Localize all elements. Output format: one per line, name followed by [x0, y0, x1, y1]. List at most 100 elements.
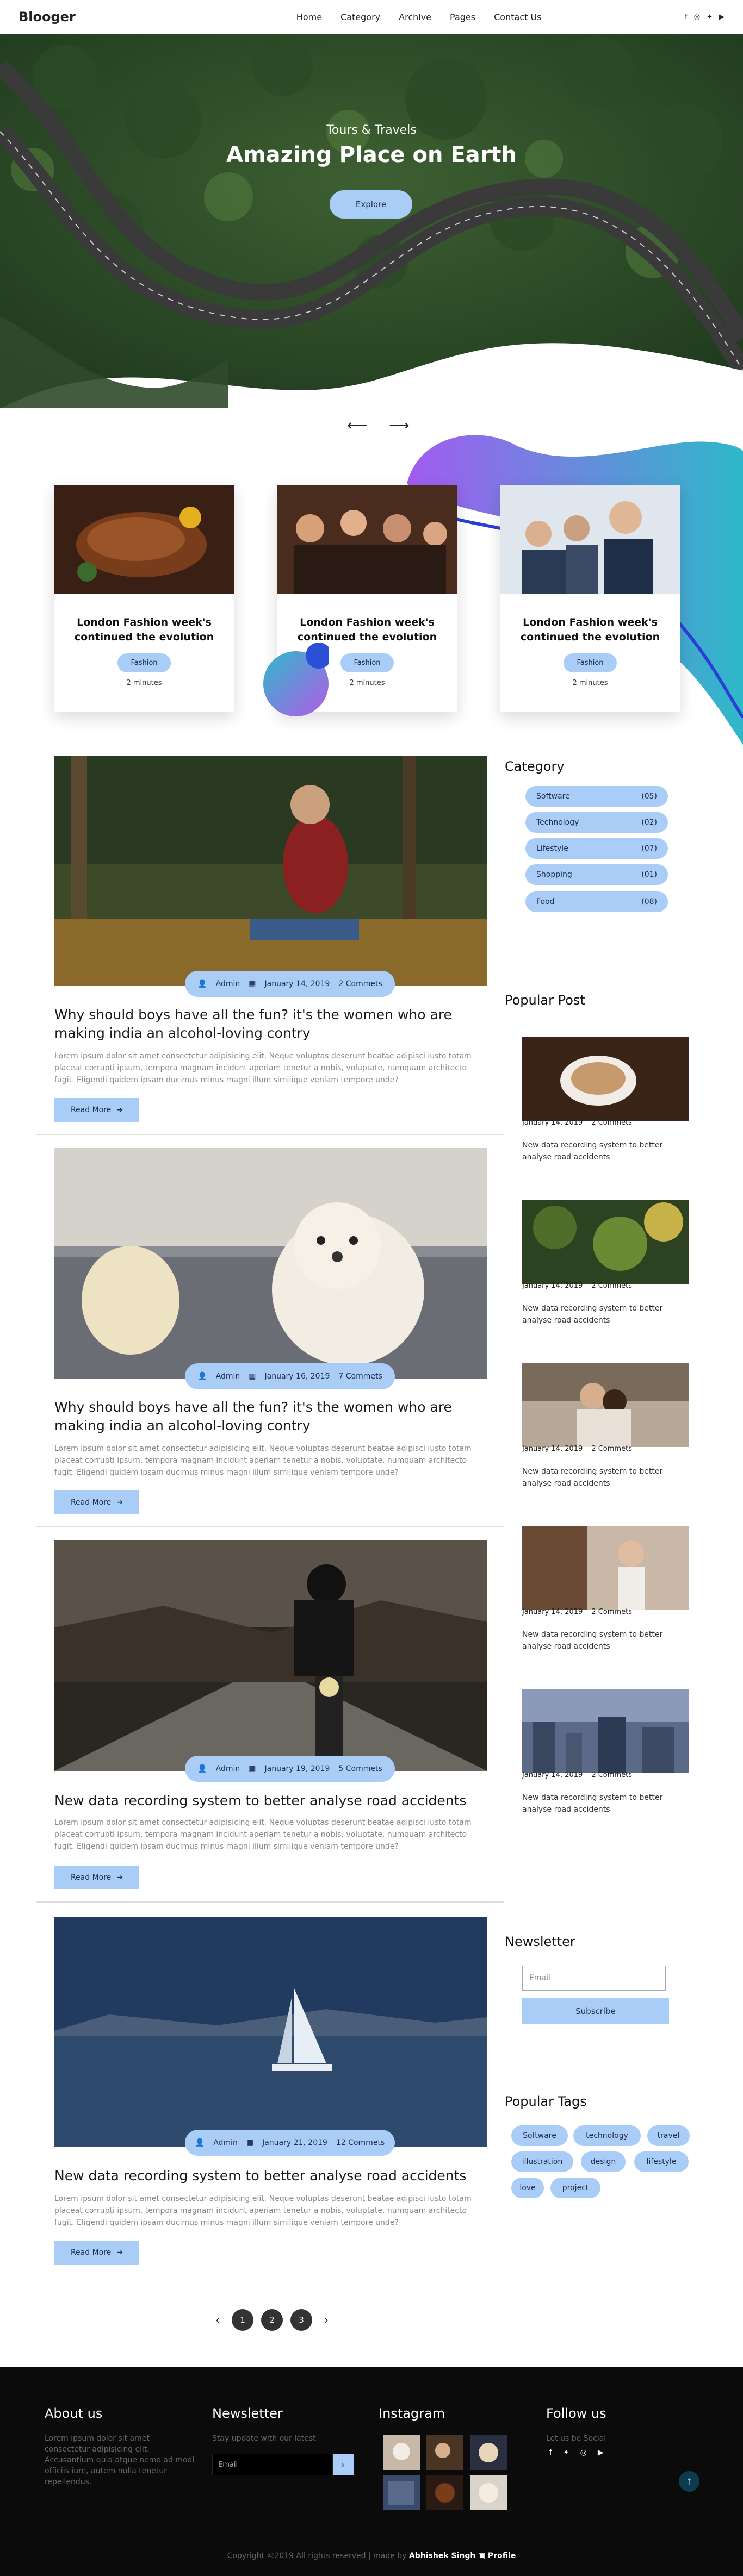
instagram-icon[interactable]: ◎: [580, 2448, 587, 2457]
card-image-steak: [54, 485, 234, 594]
popular-post-image-woman[interactable]: [522, 1526, 689, 1610]
post-image-sailboat[interactable]: [54, 1917, 487, 2147]
popular-post-comments: 2 Commets: [591, 1445, 632, 1453]
post-comments[interactable]: 2 Commets: [338, 980, 382, 988]
featured-card[interactable]: London Fashion week's continued the evol…: [54, 485, 234, 712]
post-title[interactable]: New data recording system to better anal…: [54, 1792, 487, 1810]
popular-post-heading: Popular Post: [505, 993, 585, 1008]
card-tag[interactable]: Fashion: [564, 653, 617, 672]
read-more-button[interactable]: Read More ➔: [54, 1490, 139, 1514]
category-item[interactable]: Lifestyle (07): [525, 838, 668, 859]
copyright-profile-text[interactable]: Profile: [488, 2552, 516, 2560]
tag-design[interactable]: design: [581, 2151, 626, 2172]
twitter-icon[interactable]: ✦: [563, 2448, 569, 2457]
slider-next-arrow[interactable]: ⟶: [389, 417, 409, 434]
popular-tags-heading: Popular Tags: [505, 2094, 587, 2109]
popular-post-image-couple[interactable]: [522, 1363, 689, 1447]
instagram-thumbnail[interactable]: [470, 2435, 507, 2470]
instagram-thumbnail[interactable]: [383, 2475, 420, 2510]
tag-travel[interactable]: travel: [647, 2125, 690, 2146]
menu-item-archive[interactable]: Archive: [399, 12, 431, 22]
footer-email-input[interactable]: Email: [212, 2454, 333, 2475]
read-more-button[interactable]: Read More ➔: [54, 1098, 139, 1122]
tag-love[interactable]: love: [511, 2178, 544, 2198]
post-comments[interactable]: 12 Commets: [336, 2138, 385, 2147]
pagination-next[interactable]: ›: [320, 2313, 333, 2326]
page-2[interactable]: 2: [261, 2309, 283, 2331]
popular-post-image-city[interactable]: [522, 1689, 689, 1773]
youtube-icon[interactable]: ▶: [598, 2448, 604, 2457]
newsletter-email-input[interactable]: Email: [522, 1966, 666, 1991]
popular-post-title[interactable]: New data recording system to better anal…: [522, 1629, 685, 1652]
copyright-author[interactable]: Abhishek Singh: [409, 2552, 475, 2560]
category-item[interactable]: Software (05): [525, 786, 668, 807]
post-image-motorcycle[interactable]: [54, 1540, 487, 1771]
post-meta: 👤 Admin ▦ January 16, 2019 7 Commets: [185, 1363, 395, 1389]
youtube-icon[interactable]: ▶: [719, 13, 725, 21]
menu-item-home[interactable]: Home: [296, 12, 322, 22]
post-title[interactable]: New data recording system to better anal…: [54, 2167, 487, 2185]
post-author[interactable]: Admin: [216, 1372, 240, 1381]
read-more-label: Read More: [70, 1873, 112, 1882]
hero-subtitle: Tours & Travels: [326, 123, 417, 137]
read-more-button[interactable]: Read More ➔: [54, 1866, 139, 1889]
category-count: (01): [641, 870, 657, 879]
page-1[interactable]: 1: [232, 2309, 253, 2331]
tag-lifestyle[interactable]: lifestyle: [634, 2151, 689, 2172]
tag-software[interactable]: Software: [511, 2125, 568, 2146]
popular-post-date: January 14, 2019: [522, 1119, 583, 1127]
instagram-thumbnail[interactable]: [383, 2435, 420, 2470]
instagram-icon[interactable]: ◎: [694, 13, 700, 21]
category-item[interactable]: Food (08): [525, 891, 668, 912]
card-tag[interactable]: Fashion: [117, 653, 171, 672]
post-author[interactable]: Admin: [216, 980, 240, 988]
instagram-thumbnail[interactable]: [470, 2475, 507, 2510]
post-image-photographer[interactable]: [54, 756, 487, 986]
post-meta: 👤 Admin ▦ January 14, 2019 2 Commets: [185, 971, 395, 997]
popular-post-image-trees[interactable]: [522, 1200, 689, 1284]
popular-post-title[interactable]: New data recording system to better anal…: [522, 1792, 685, 1816]
menu-item-pages[interactable]: Pages: [450, 12, 475, 22]
arrow-right-icon: ➔: [116, 1106, 123, 1114]
post-comments[interactable]: 5 Commets: [338, 1764, 382, 1773]
card-tag[interactable]: Fashion: [340, 653, 394, 672]
tag-project[interactable]: project: [550, 2178, 600, 2198]
popular-post-title[interactable]: New data recording system to better anal…: [522, 1139, 685, 1163]
post-excerpt: Lorem ipsum dolor sit amet consectetur a…: [54, 2194, 472, 2227]
post-title[interactable]: Why should boys have all the fun? it's t…: [54, 1398, 487, 1435]
post-author[interactable]: Admin: [213, 2138, 238, 2147]
featured-card[interactable]: London Fashion week's continued the evol…: [500, 485, 680, 712]
facebook-icon[interactable]: f: [549, 2448, 552, 2457]
popular-post-title[interactable]: New data recording system to better anal…: [522, 1465, 685, 1489]
site-logo[interactable]: Blooger: [18, 9, 76, 24]
instagram-thumbnail[interactable]: [426, 2475, 463, 2510]
popular-post-title[interactable]: New data recording system to better anal…: [522, 1302, 685, 1326]
tag-technology[interactable]: technology: [573, 2125, 641, 2146]
footer-email-submit-button[interactable]: ›: [333, 2454, 354, 2475]
tag-illustration[interactable]: illustration: [511, 2151, 573, 2172]
menu-item-contact[interactable]: Contact Us: [494, 12, 541, 22]
scroll-to-top-button[interactable]: ↑: [679, 2471, 699, 2492]
post-image-dog[interactable]: [54, 1148, 487, 1379]
post-title[interactable]: Why should boys have all the fun? it's t…: [54, 1006, 487, 1043]
hero-title: Amazing Place on Earth: [226, 142, 517, 167]
footer-newsletter-text: Stay update with our latest: [212, 2434, 316, 2443]
twitter-icon[interactable]: ✦: [707, 13, 713, 21]
facebook-icon[interactable]: f: [685, 13, 688, 21]
arrow-right-icon: ➔: [116, 1873, 123, 1882]
instagram-thumbnail[interactable]: [426, 2435, 463, 2470]
subscribe-button[interactable]: Subscribe: [522, 1998, 669, 2024]
category-item[interactable]: Shopping (01): [525, 864, 668, 885]
page-3[interactable]: 3: [290, 2309, 312, 2331]
read-more-button[interactable]: Read More ➔: [54, 2241, 139, 2265]
post-author[interactable]: Admin: [216, 1764, 240, 1773]
popular-post-date: January 14, 2019: [522, 1608, 583, 1616]
explore-button[interactable]: Explore: [330, 190, 412, 219]
post-comments[interactable]: 7 Commets: [338, 1372, 382, 1381]
slider-prev-arrow[interactable]: ⟵: [347, 417, 367, 434]
pagination-prev[interactable]: ‹: [211, 2313, 224, 2326]
post-meta: 👤 Admin ▦ January 19, 2019 5 Commets: [185, 1756, 395, 1782]
category-item[interactable]: Technology (02): [525, 812, 668, 833]
menu-item-category[interactable]: Category: [340, 12, 380, 22]
popular-post-image-coffee[interactable]: [522, 1037, 689, 1121]
